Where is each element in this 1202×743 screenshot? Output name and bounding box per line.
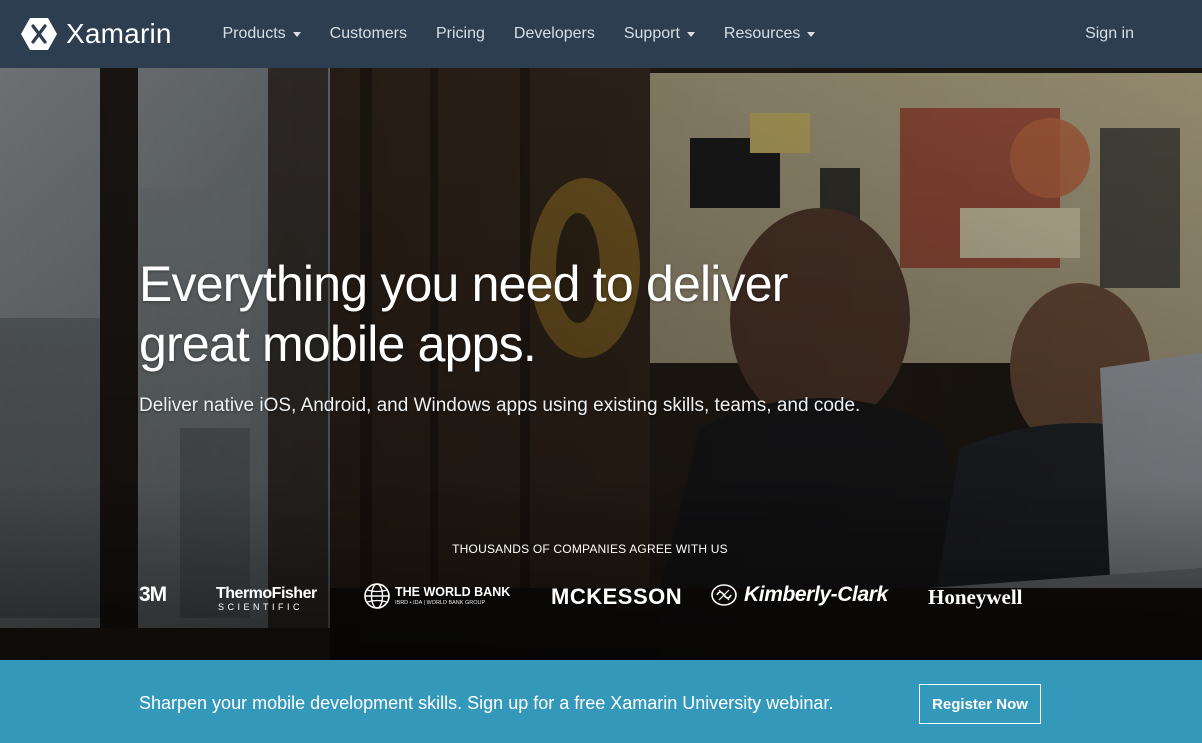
nav-developers-label: Developers xyxy=(513,25,595,42)
logo-kimberly-clark: Kimberly-Clark xyxy=(711,582,888,608)
webinar-promo-bar: Sharpen your mobile development skills. … xyxy=(0,660,1202,743)
nav-support-label: Support xyxy=(623,25,680,42)
logo-world-bank: THE WORLD BANK IBRD • IDA | WORLD BANK G… xyxy=(363,582,510,610)
logo-kimberly-clark-name: Kimberly-Clark xyxy=(744,583,888,606)
nav-pricing-label: Pricing xyxy=(436,25,485,42)
nav-developers[interactable]: Developers xyxy=(499,25,609,43)
logo-world-bank-sub: IBRD • IDA | WORLD BANK GROUP xyxy=(395,600,486,606)
nav-products-label: Products xyxy=(222,25,286,42)
hero-section: Everything you need to deliver great mob… xyxy=(0,68,1202,660)
logo-world-bank-name: THE WORLD BANK xyxy=(395,585,511,599)
logo-mckesson: MCKESSON xyxy=(551,584,683,609)
promo-text: Sharpen your mobile development skills. … xyxy=(139,693,834,713)
brand-logo-link[interactable]: Xamarin xyxy=(20,15,190,53)
xamarin-logo-icon xyxy=(21,18,57,50)
logo-world-bank-text: THE WORLD BANK IBRD • IDA | WORLD BANK G… xyxy=(395,585,510,607)
hero-headline-line2: great mobile apps. xyxy=(139,316,537,372)
sign-in-link[interactable]: Sign in xyxy=(1085,0,1134,68)
nav-products[interactable]: Products xyxy=(208,25,315,43)
nav-customers-label: Customers xyxy=(329,25,407,42)
brand-name: Xamarin xyxy=(66,18,172,49)
globe-icon xyxy=(364,583,390,609)
logo-thermo-fisher-name: ThermoFisher xyxy=(216,585,317,602)
nav-resources-label: Resources xyxy=(723,25,801,42)
caret-down-icon xyxy=(807,31,816,37)
companies-title: THOUSANDS OF COMPANIES AGREE WITH US xyxy=(452,542,728,556)
caret-down-icon xyxy=(292,31,301,37)
caret-down-icon xyxy=(686,31,695,37)
nav-resources[interactable]: Resources xyxy=(709,25,829,43)
top-navbar: Xamarin Products Customers Pricing Devel… xyxy=(0,0,1202,68)
hero-headline: Everything you need to deliver great mob… xyxy=(139,254,859,374)
nav-support[interactable]: Support xyxy=(609,25,709,43)
hero-subhead: Deliver native iOS, Android, and Windows… xyxy=(139,395,861,416)
logo-honeywell: Honeywell xyxy=(928,585,1023,609)
register-now-button[interactable]: Register Now xyxy=(919,684,1041,724)
main-nav: Products Customers Pricing Developers Su… xyxy=(208,25,830,43)
logo-3m: 3M xyxy=(139,583,167,606)
logo-thermo-fisher-sub: SCIENTIFIC xyxy=(218,602,304,612)
hero-headline-line1: Everything you need to deliver xyxy=(139,256,788,312)
kimberly-clark-emblem-icon xyxy=(711,584,737,606)
logo-thermo-fisher: ThermoFisher SCIENTIFIC xyxy=(216,586,317,613)
nav-customers[interactable]: Customers xyxy=(315,25,421,43)
nav-pricing[interactable]: Pricing xyxy=(422,25,500,43)
